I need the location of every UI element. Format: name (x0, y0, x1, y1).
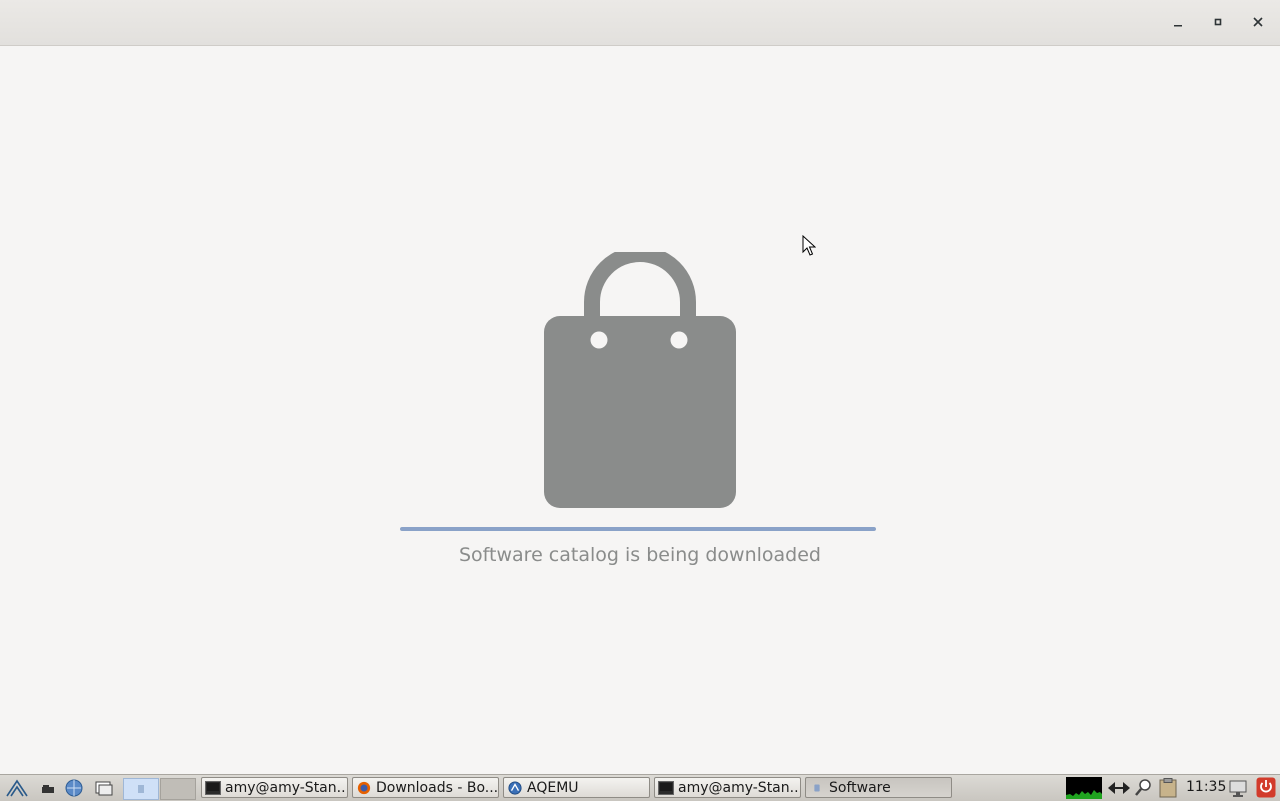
desktop-icon (42, 785, 54, 793)
start-menu-icon (6, 779, 28, 797)
task-software[interactable]: Software (805, 777, 952, 798)
close-button[interactable] (1247, 11, 1269, 33)
firefox-icon (357, 781, 371, 794)
task-label: Downloads - Bo... (376, 779, 499, 796)
task-label: Software (829, 779, 891, 796)
taskbar: amy@amy-Stan... Downloads - Bo... AQEMU … (0, 774, 1280, 801)
mouse-pointer-icon (802, 235, 816, 256)
power-icon[interactable] (1256, 777, 1276, 798)
maximize-icon (1214, 18, 1222, 26)
progress-fill (400, 527, 876, 531)
software-icon (814, 784, 820, 791)
shopping-bag-icon (544, 252, 736, 508)
close-icon (1253, 17, 1263, 27)
workspace-1[interactable] (123, 778, 159, 800)
task-label: amy@amy-Stan... (678, 779, 801, 796)
download-progress-bar (400, 527, 876, 531)
screen-lock-icon[interactable] (1228, 778, 1248, 798)
status-text: Software catalog is being downloaded (459, 544, 821, 566)
task-firefox-downloads[interactable]: Downloads - Bo... (352, 777, 499, 798)
file-manager-launcher[interactable] (93, 778, 115, 798)
globe-icon (65, 779, 83, 797)
clipboard-icon[interactable] (1157, 778, 1179, 798)
cpu-monitor-graph[interactable] (1066, 777, 1102, 799)
clock[interactable]: 11:35 (1186, 779, 1226, 795)
task-label: amy@amy-Stan... (225, 779, 348, 796)
terminal-icon (658, 780, 674, 795)
windows-icon (95, 781, 113, 796)
workspace-2[interactable] (160, 778, 196, 800)
task-terminal-1[interactable]: amy@amy-Stan... (201, 777, 348, 798)
start-menu-button[interactable] (6, 778, 28, 798)
main-content: Software catalog is being downloaded (0, 46, 1280, 774)
show-desktop-button[interactable] (38, 778, 60, 798)
minimize-icon (1174, 25, 1182, 27)
search-icon[interactable] (1134, 778, 1152, 798)
web-browser-launcher[interactable] (63, 778, 85, 798)
minimize-button[interactable] (1167, 11, 1189, 33)
network-icon[interactable] (1105, 778, 1133, 798)
workspace-window-icon (138, 785, 144, 793)
task-label: AQEMU (527, 779, 579, 796)
aqemu-icon (508, 780, 522, 795)
task-aqemu[interactable]: AQEMU (503, 777, 650, 798)
terminal-icon (205, 780, 221, 795)
window-titlebar (0, 0, 1280, 46)
maximize-button[interactable] (1207, 11, 1229, 33)
task-terminal-2[interactable]: amy@amy-Stan... (654, 777, 801, 798)
